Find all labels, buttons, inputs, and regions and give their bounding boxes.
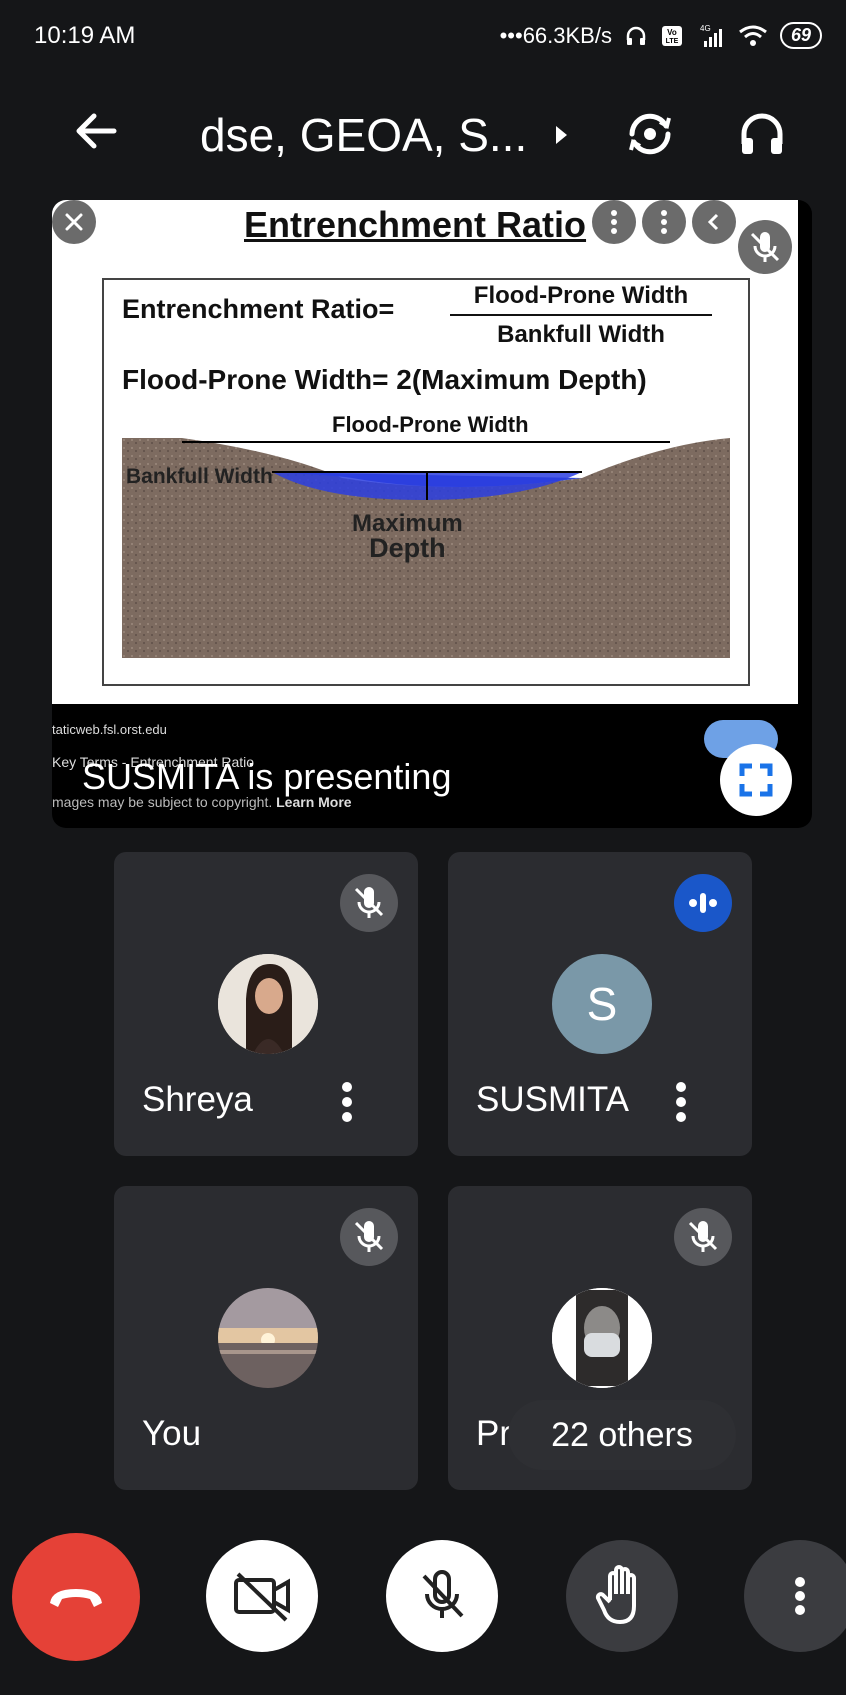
diagram-top-label: Flood-Prone Width [332, 412, 529, 437]
shared-slide: Entrenchment Ratio Entrenchment Ratio= F… [52, 200, 798, 704]
more-vert-icon [611, 210, 617, 234]
chevron-left-icon [707, 213, 719, 231]
fraction-denominator: Bankfull Width [497, 321, 665, 348]
battery-indicator: 69 [779, 22, 822, 49]
slide-content: Entrenchment Ratio= Flood-Prone Width Ba… [102, 278, 750, 686]
diagram-center-label-line2: Depth [369, 533, 446, 563]
avatar [218, 1288, 318, 1388]
participant-name: Shreya [142, 1080, 253, 1119]
switch-camera-icon[interactable] [622, 106, 678, 162]
signal-4g-icon: 4G [700, 24, 722, 47]
avatar-photo [552, 1288, 652, 1388]
fraction-numerator: Flood-Prone Width [450, 282, 712, 316]
others-count-chip[interactable]: 22 others [508, 1400, 736, 1470]
status-icons: •••66.3KB/s Vo LTE 4G 69 [500, 22, 822, 49]
mic-off-icon [354, 1221, 384, 1252]
avatar [218, 954, 318, 1054]
meeting-title[interactable]: dse, GEOA, S... [200, 108, 527, 162]
mic-off-icon [354, 887, 384, 918]
more-vert-icon [795, 1577, 805, 1615]
chevron-right-icon[interactable] [556, 126, 567, 144]
close-presentation-button[interactable] [52, 200, 96, 244]
speaking-indicator [674, 874, 732, 932]
camera-toggle-button[interactable] [206, 1540, 318, 1652]
participant-tile-shreya[interactable]: Shreya [114, 852, 418, 1156]
svg-text:Vo: Vo [667, 28, 677, 37]
avatar-photo [218, 954, 318, 1054]
avatar [552, 1288, 652, 1388]
equation-2: Flood-Prone Width= 2(Maximum Depth) [122, 364, 647, 395]
raise-hand-icon [595, 1565, 636, 1624]
image-source-url: taticweb.fsl.orst.edu [52, 722, 167, 737]
more-options-button[interactable] [744, 1540, 846, 1652]
avatar-photo [218, 1288, 318, 1388]
phone-hangup-icon [50, 1589, 102, 1607]
more-vert-icon [661, 210, 667, 234]
fullscreen-icon [739, 763, 773, 797]
back-arrow-icon[interactable] [70, 106, 120, 156]
svg-text:4G: 4G [700, 24, 711, 33]
diagram-center-label: Maximum Depth [352, 512, 463, 563]
equation-fraction: Flood-Prone Width Bankfull Width [450, 282, 712, 349]
mic-off-indicator [340, 874, 398, 932]
video-off-icon [234, 1572, 290, 1622]
diagram-left-label: Bankfull Width [126, 465, 273, 488]
overlay-menu-button[interactable] [592, 200, 636, 244]
presentation-view[interactable]: Entrenchment Ratio Entrenchment Ratio= F… [52, 200, 812, 828]
microphone-toggle-button[interactable] [386, 1540, 498, 1652]
more-vert-icon[interactable] [674, 1080, 688, 1124]
participant-name: SUSMITA [476, 1080, 629, 1119]
more-vert-icon[interactable] [340, 1080, 354, 1124]
avatar: S [552, 954, 652, 1054]
volte-icon: VoLTE [661, 25, 682, 46]
participant-name: You [142, 1414, 202, 1453]
close-icon [65, 213, 83, 231]
status-bar: 10:19 AM •••66.3KB/s Vo LTE 4G 69 [0, 0, 846, 80]
headphones-icon[interactable] [736, 108, 788, 160]
participant-tile-you[interactable]: You [114, 1186, 418, 1490]
mic-off-icon [750, 232, 780, 262]
end-call-button[interactable] [12, 1533, 140, 1661]
participant-tile-susmita[interactable]: S SUSMITA [448, 852, 752, 1156]
meeting-header: dse, GEOA, S... [0, 88, 846, 178]
presenting-label: SUSMITA is presenting [82, 756, 452, 797]
presenter-muted-indicator [738, 220, 792, 274]
mic-off-indicator [674, 1208, 732, 1266]
status-time: 10:19 AM [34, 22, 136, 49]
fullscreen-button[interactable] [720, 744, 792, 816]
audio-level-icon [689, 893, 717, 913]
wifi-icon [739, 25, 767, 46]
overlay-more-button[interactable] [642, 200, 686, 244]
svg-text:LTE: LTE [666, 38, 679, 45]
equation-label: Entrenchment Ratio= [122, 294, 395, 324]
mic-off-indicator [340, 1208, 398, 1266]
mic-off-icon [422, 1570, 464, 1618]
slide-title: Entrenchment Ratio [244, 204, 587, 245]
overlay-prev-button[interactable] [692, 200, 736, 244]
raise-hand-button[interactable] [566, 1540, 678, 1652]
mic-off-icon [688, 1221, 718, 1252]
headphones-status-icon [626, 26, 646, 45]
network-speed: •••66.3KB/s [499, 22, 612, 48]
